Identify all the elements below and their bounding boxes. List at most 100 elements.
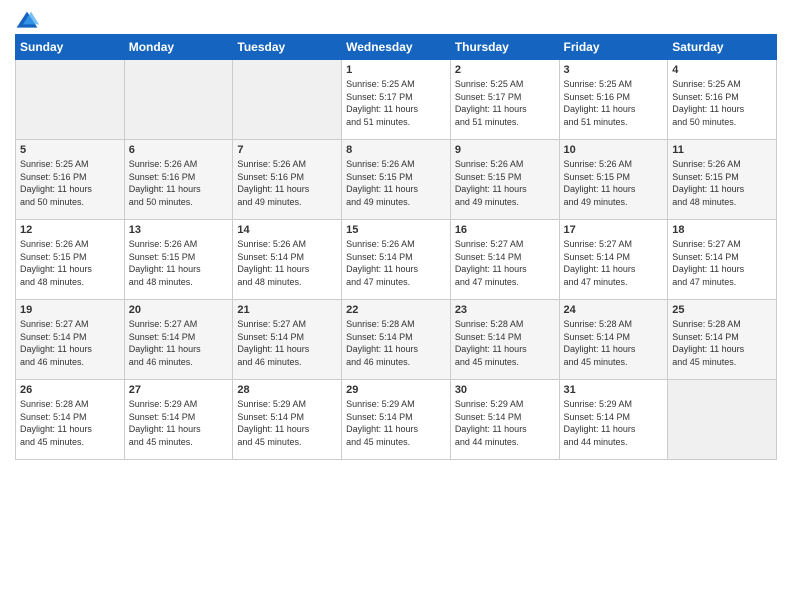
day-info: Sunrise: 5:29 AM Sunset: 5:14 PM Dayligh… bbox=[346, 398, 446, 448]
day-info: Sunrise: 5:27 AM Sunset: 5:14 PM Dayligh… bbox=[129, 318, 229, 368]
day-number: 13 bbox=[129, 224, 229, 236]
weekday-header-tuesday: Tuesday bbox=[233, 35, 342, 60]
day-info: Sunrise: 5:26 AM Sunset: 5:14 PM Dayligh… bbox=[237, 238, 337, 288]
day-info: Sunrise: 5:26 AM Sunset: 5:15 PM Dayligh… bbox=[564, 158, 664, 208]
calendar-cell bbox=[16, 60, 125, 140]
day-info: Sunrise: 5:28 AM Sunset: 5:14 PM Dayligh… bbox=[564, 318, 664, 368]
calendar-cell: 14 Sunrise: 5:26 AM Sunset: 5:14 PM Dayli… bbox=[233, 220, 342, 300]
calendar-cell: 3 Sunrise: 5:25 AM Sunset: 5:16 PM Daylig… bbox=[559, 60, 668, 140]
day-info: Sunrise: 5:26 AM Sunset: 5:15 PM Dayligh… bbox=[129, 238, 229, 288]
day-info: Sunrise: 5:25 AM Sunset: 5:16 PM Dayligh… bbox=[20, 158, 120, 208]
day-number: 23 bbox=[455, 304, 555, 316]
calendar-cell: 12 Sunrise: 5:26 AM Sunset: 5:15 PM Dayli… bbox=[16, 220, 125, 300]
day-info: Sunrise: 5:25 AM Sunset: 5:17 PM Dayligh… bbox=[346, 78, 446, 128]
day-info: Sunrise: 5:26 AM Sunset: 5:16 PM Dayligh… bbox=[129, 158, 229, 208]
day-number: 8 bbox=[346, 144, 446, 156]
day-number: 4 bbox=[672, 64, 772, 76]
day-number: 18 bbox=[672, 224, 772, 236]
calendar-cell: 25Sunrise: 5:28 AM Sunset: 5:14 PM Dayli… bbox=[668, 300, 777, 380]
day-number: 11 bbox=[672, 144, 772, 156]
weekday-header-thursday: Thursday bbox=[450, 35, 559, 60]
day-number: 5 bbox=[20, 144, 120, 156]
calendar-cell: 18 Sunrise: 5:27 AM Sunset: 5:14 PM Dayli… bbox=[668, 220, 777, 300]
calendar-cell: 8Sunrise: 5:26 AM Sunset: 5:15 PM Daylig… bbox=[342, 140, 451, 220]
day-info: Sunrise: 5:26 AM Sunset: 5:15 PM Dayligh… bbox=[20, 238, 120, 288]
day-number: 20 bbox=[129, 304, 229, 316]
calendar-cell bbox=[233, 60, 342, 140]
weekday-header-row: SundayMondayTuesdayWednesdayThursdayFrid… bbox=[16, 35, 777, 60]
day-number: 26 bbox=[20, 384, 120, 396]
day-info: Sunrise: 5:27 AM Sunset: 5:14 PM Dayligh… bbox=[455, 238, 555, 288]
day-info: Sunrise: 5:28 AM Sunset: 5:14 PM Dayligh… bbox=[20, 398, 120, 448]
calendar-cell: 30 Sunrise: 5:29 AM Sunset: 5:14 PM Dayli… bbox=[450, 380, 559, 460]
calendar-cell: 2 Sunrise: 5:25 AM Sunset: 5:17 PM Daylig… bbox=[450, 60, 559, 140]
calendar-cell: 16 Sunrise: 5:27 AM Sunset: 5:14 PM Dayli… bbox=[450, 220, 559, 300]
day-info: Sunrise: 5:25 AM Sunset: 5:17 PM Dayligh… bbox=[455, 78, 555, 128]
header bbox=[15, 10, 777, 30]
day-number: 30 bbox=[455, 384, 555, 396]
day-info: Sunrise: 5:29 AM Sunset: 5:14 PM Dayligh… bbox=[237, 398, 337, 448]
day-number: 31 bbox=[564, 384, 664, 396]
weekday-header-monday: Monday bbox=[124, 35, 233, 60]
day-number: 21 bbox=[237, 304, 337, 316]
calendar-cell: 1 Sunrise: 5:25 AM Sunset: 5:17 PM Daylig… bbox=[342, 60, 451, 140]
day-info: Sunrise: 5:26 AM Sunset: 5:16 PM Dayligh… bbox=[237, 158, 337, 208]
day-info: Sunrise: 5:27 AM Sunset: 5:14 PM Dayligh… bbox=[564, 238, 664, 288]
weekday-header-sunday: Sunday bbox=[16, 35, 125, 60]
calendar-cell: 6Sunrise: 5:26 AM Sunset: 5:16 PM Daylig… bbox=[124, 140, 233, 220]
calendar-cell: 28 Sunrise: 5:29 AM Sunset: 5:14 PM Dayli… bbox=[233, 380, 342, 460]
calendar-cell: 9 Sunrise: 5:26 AM Sunset: 5:15 PM Daylig… bbox=[450, 140, 559, 220]
day-number: 9 bbox=[455, 144, 555, 156]
weekday-header-friday: Friday bbox=[559, 35, 668, 60]
day-number: 14 bbox=[237, 224, 337, 236]
calendar-cell: 23 Sunrise: 5:28 AM Sunset: 5:14 PM Dayli… bbox=[450, 300, 559, 380]
day-number: 12 bbox=[20, 224, 120, 236]
calendar-cell: 31 Sunrise: 5:29 AM Sunset: 5:14 PM Dayli… bbox=[559, 380, 668, 460]
calendar-cell: 4 Sunrise: 5:25 AM Sunset: 5:16 PM Daylig… bbox=[668, 60, 777, 140]
calendar-cell: 19Sunrise: 5:27 AM Sunset: 5:14 PM Dayli… bbox=[16, 300, 125, 380]
day-info: Sunrise: 5:25 AM Sunset: 5:16 PM Dayligh… bbox=[672, 78, 772, 128]
calendar-cell: 13 Sunrise: 5:26 AM Sunset: 5:15 PM Dayli… bbox=[124, 220, 233, 300]
calendar-cell: 15Sunrise: 5:26 AM Sunset: 5:14 PM Dayli… bbox=[342, 220, 451, 300]
weekday-header-wednesday: Wednesday bbox=[342, 35, 451, 60]
calendar-cell: 10Sunrise: 5:26 AM Sunset: 5:15 PM Dayli… bbox=[559, 140, 668, 220]
day-info: Sunrise: 5:28 AM Sunset: 5:14 PM Dayligh… bbox=[346, 318, 446, 368]
day-info: Sunrise: 5:26 AM Sunset: 5:15 PM Dayligh… bbox=[455, 158, 555, 208]
day-info: Sunrise: 5:29 AM Sunset: 5:14 PM Dayligh… bbox=[129, 398, 229, 448]
day-number: 28 bbox=[237, 384, 337, 396]
logo bbox=[15, 10, 43, 30]
calendar-cell: 5 Sunrise: 5:25 AM Sunset: 5:16 PM Daylig… bbox=[16, 140, 125, 220]
day-number: 3 bbox=[564, 64, 664, 76]
day-number: 2 bbox=[455, 64, 555, 76]
day-info: Sunrise: 5:29 AM Sunset: 5:14 PM Dayligh… bbox=[455, 398, 555, 448]
weekday-header-saturday: Saturday bbox=[668, 35, 777, 60]
day-number: 25 bbox=[672, 304, 772, 316]
calendar-cell: 20 Sunrise: 5:27 AM Sunset: 5:14 PM Dayli… bbox=[124, 300, 233, 380]
logo-icon bbox=[15, 10, 39, 30]
day-number: 17 bbox=[564, 224, 664, 236]
day-number: 24 bbox=[564, 304, 664, 316]
calendar-week-5: 26 Sunrise: 5:28 AM Sunset: 5:14 PM Dayli… bbox=[16, 380, 777, 460]
calendar-cell: 22Sunrise: 5:28 AM Sunset: 5:14 PM Dayli… bbox=[342, 300, 451, 380]
day-number: 16 bbox=[455, 224, 555, 236]
day-info: Sunrise: 5:25 AM Sunset: 5:16 PM Dayligh… bbox=[564, 78, 664, 128]
calendar-cell: 11Sunrise: 5:26 AM Sunset: 5:15 PM Dayli… bbox=[668, 140, 777, 220]
calendar-table: SundayMondayTuesdayWednesdayThursdayFrid… bbox=[15, 34, 777, 460]
calendar-cell: 7Sunrise: 5:26 AM Sunset: 5:16 PM Daylig… bbox=[233, 140, 342, 220]
day-info: Sunrise: 5:28 AM Sunset: 5:14 PM Dayligh… bbox=[455, 318, 555, 368]
calendar-cell: 27Sunrise: 5:29 AM Sunset: 5:14 PM Dayli… bbox=[124, 380, 233, 460]
calendar-cell: 26 Sunrise: 5:28 AM Sunset: 5:14 PM Dayli… bbox=[16, 380, 125, 460]
day-info: Sunrise: 5:27 AM Sunset: 5:14 PM Dayligh… bbox=[672, 238, 772, 288]
calendar-week-1: 1 Sunrise: 5:25 AM Sunset: 5:17 PM Daylig… bbox=[16, 60, 777, 140]
calendar-week-3: 12 Sunrise: 5:26 AM Sunset: 5:15 PM Dayli… bbox=[16, 220, 777, 300]
day-number: 29 bbox=[346, 384, 446, 396]
calendar-cell: 21 Sunrise: 5:27 AM Sunset: 5:14 PM Dayli… bbox=[233, 300, 342, 380]
calendar-cell: 29 Sunrise: 5:29 AM Sunset: 5:14 PM Dayli… bbox=[342, 380, 451, 460]
calendar-cell: 17 Sunrise: 5:27 AM Sunset: 5:14 PM Dayli… bbox=[559, 220, 668, 300]
day-number: 1 bbox=[346, 64, 446, 76]
calendar-cell bbox=[124, 60, 233, 140]
day-info: Sunrise: 5:27 AM Sunset: 5:14 PM Dayligh… bbox=[20, 318, 120, 368]
day-info: Sunrise: 5:29 AM Sunset: 5:14 PM Dayligh… bbox=[564, 398, 664, 448]
calendar-cell bbox=[668, 380, 777, 460]
day-info: Sunrise: 5:27 AM Sunset: 5:14 PM Dayligh… bbox=[237, 318, 337, 368]
